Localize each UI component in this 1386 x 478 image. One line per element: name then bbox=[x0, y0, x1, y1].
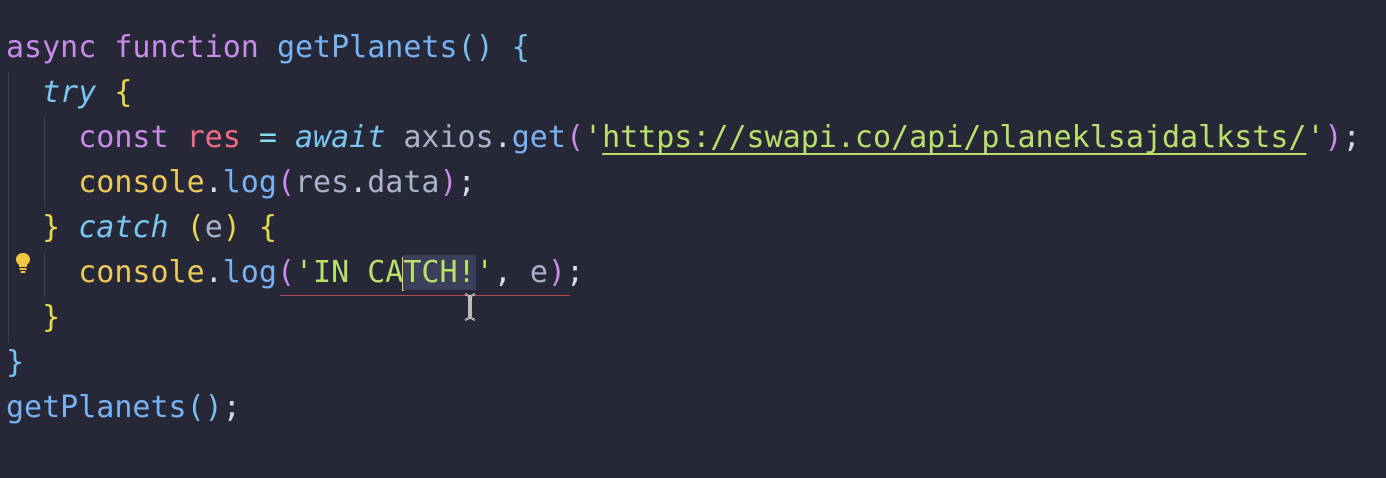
code-token: async bbox=[6, 30, 97, 65]
code-line[interactable]: console.log(res.data); bbox=[6, 160, 476, 205]
code-token: data bbox=[367, 165, 440, 200]
code-token: ; bbox=[1342, 120, 1361, 155]
code-line[interactable]: try { bbox=[6, 70, 132, 115]
code-token: get bbox=[511, 120, 566, 155]
code-token: { bbox=[114, 75, 133, 110]
code-token: 'IN CA bbox=[295, 255, 404, 290]
code-token: console bbox=[78, 165, 205, 200]
code-line[interactable]: } bbox=[6, 295, 60, 340]
code-token: console bbox=[78, 255, 205, 290]
code-token: } bbox=[42, 300, 61, 335]
code-token: function bbox=[114, 30, 259, 65]
code-token: https://swapi.co/api/planeklsajdalksts/ bbox=[602, 120, 1307, 155]
code-line[interactable]: } catch (e) { bbox=[6, 205, 277, 250]
code-token: ) bbox=[439, 165, 458, 200]
code-token: . bbox=[204, 255, 223, 290]
code-token: ( bbox=[186, 210, 205, 245]
code-token: () bbox=[457, 30, 494, 65]
code-token: ' bbox=[475, 255, 494, 290]
text-cursor-icon bbox=[464, 293, 476, 321]
code-token: { bbox=[258, 210, 277, 245]
code-token: catch bbox=[78, 210, 169, 245]
code-token: . bbox=[204, 165, 223, 200]
code-token: = bbox=[258, 120, 277, 155]
error-squiggle bbox=[280, 295, 570, 296]
code-token: { bbox=[511, 30, 530, 65]
code-token: , bbox=[493, 255, 512, 290]
code-token: } bbox=[42, 210, 61, 245]
code-token: ) bbox=[547, 255, 566, 290]
code-token: ; bbox=[222, 390, 241, 425]
code-token: try bbox=[42, 75, 97, 110]
code-token: await bbox=[295, 120, 386, 155]
code-token: ; bbox=[457, 165, 476, 200]
code-token: ( bbox=[276, 165, 295, 200]
code-token: getPlanets bbox=[6, 390, 187, 425]
code-token: log bbox=[222, 165, 277, 200]
code-token: getPlanets bbox=[276, 30, 458, 65]
code-line[interactable]: async function getPlanets() { bbox=[6, 25, 530, 70]
code-token: e bbox=[529, 255, 548, 290]
code-editor[interactable]: async function getPlanets() { try { cons… bbox=[0, 0, 1386, 478]
code-token: ' bbox=[1306, 120, 1325, 155]
code-line[interactable]: } bbox=[6, 340, 24, 385]
code-token: res bbox=[186, 120, 241, 155]
code-token: () bbox=[186, 390, 223, 425]
code-token: . bbox=[349, 165, 368, 200]
code-token: TCH! bbox=[403, 255, 476, 290]
code-line[interactable]: console.log('IN CATCH!', e); bbox=[6, 250, 584, 295]
code-token: const bbox=[78, 120, 169, 155]
code-token: ; bbox=[565, 255, 584, 290]
code-line[interactable]: getPlanets(); bbox=[6, 385, 241, 430]
code-token: ( bbox=[276, 255, 295, 290]
code-token: res bbox=[295, 165, 350, 200]
code-token: ' bbox=[584, 120, 603, 155]
code-token: ) bbox=[222, 210, 241, 245]
code-token: ( bbox=[565, 120, 584, 155]
lightbulb-icon[interactable] bbox=[14, 252, 32, 274]
code-line[interactable]: const res = await axios.get('https://swa… bbox=[6, 115, 1361, 160]
code-token: e bbox=[204, 210, 223, 245]
code-token: ) bbox=[1324, 120, 1343, 155]
code-token: log bbox=[222, 255, 277, 290]
code-token: axios bbox=[403, 120, 494, 155]
code-token: . bbox=[493, 120, 512, 155]
code-token: } bbox=[6, 345, 25, 380]
